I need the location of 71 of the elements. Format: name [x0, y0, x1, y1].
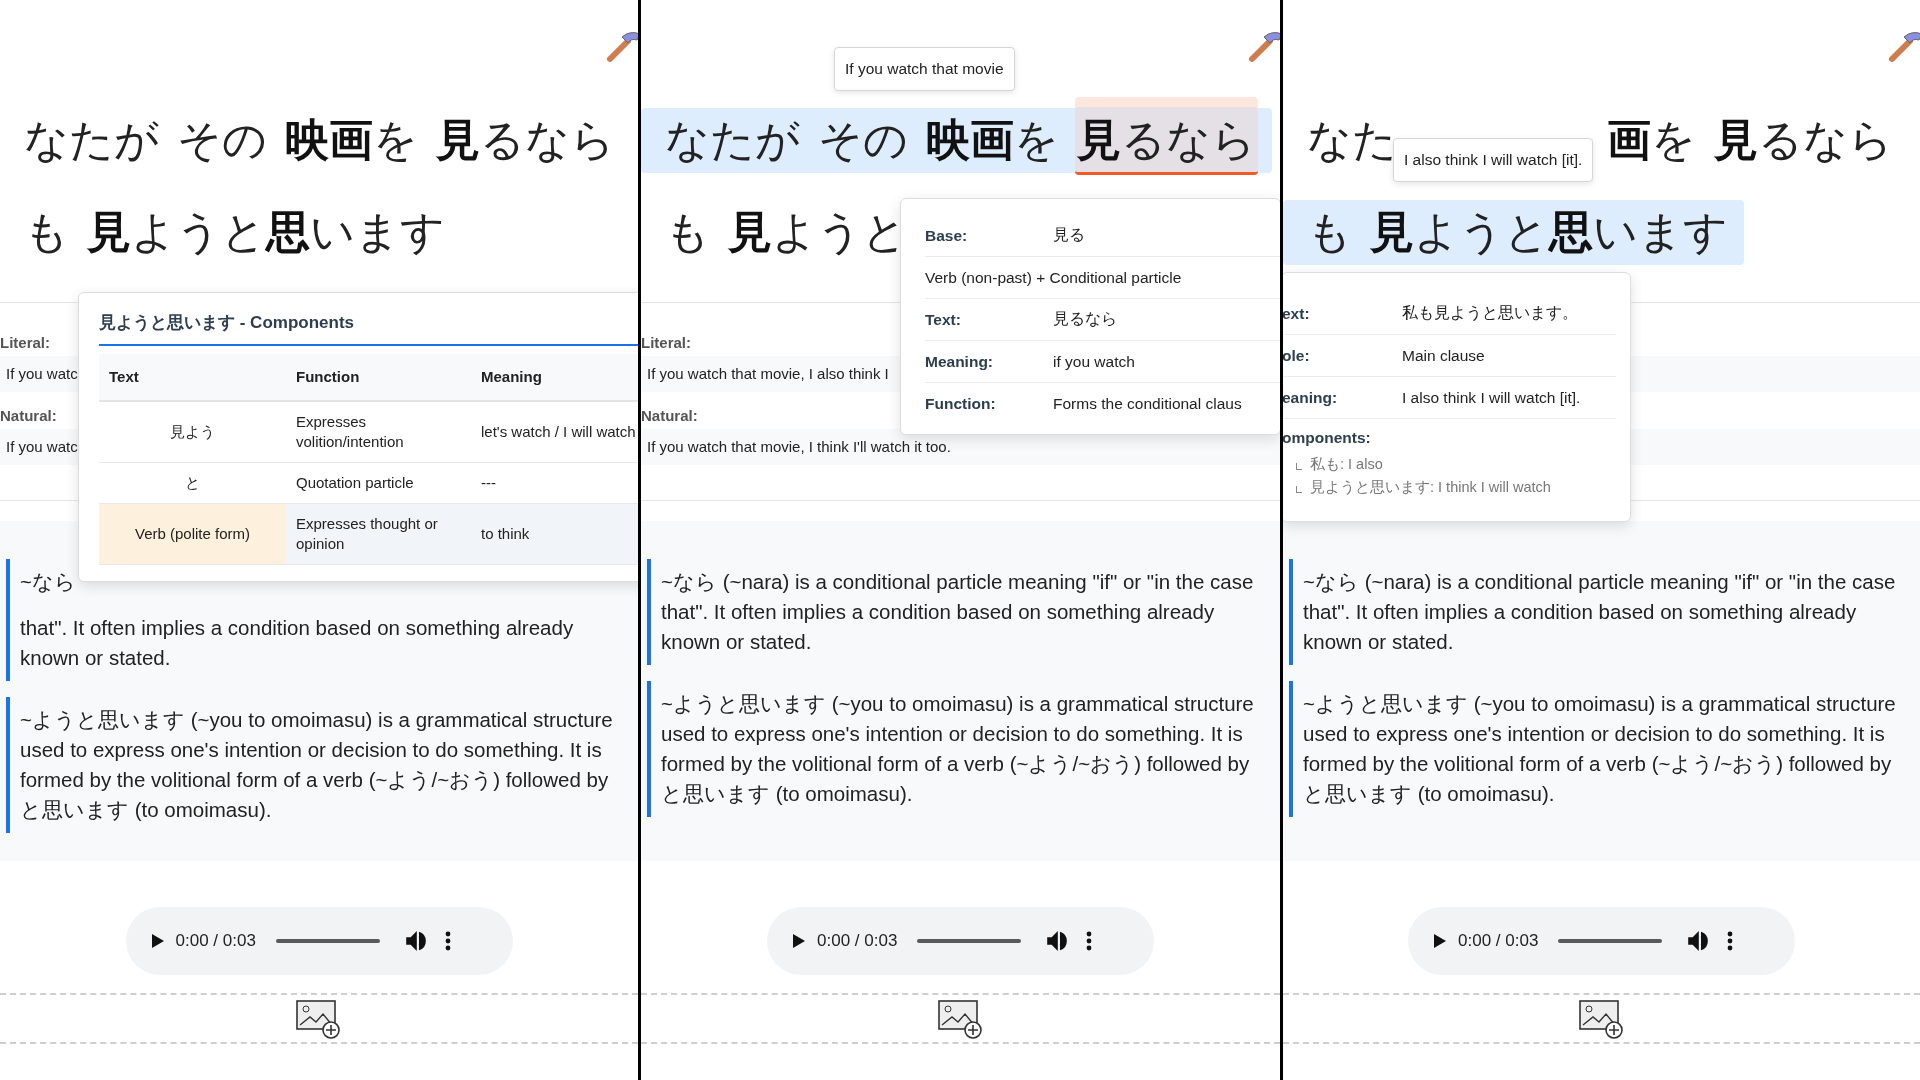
audio-time: 0:00 / 0:03 [175, 931, 256, 951]
more-icon[interactable] [443, 929, 452, 953]
volume-icon[interactable] [1045, 929, 1070, 953]
table-cell-text: Expresses thought or opinion [295, 514, 439, 554]
natural-label: Natural: [0, 406, 57, 426]
sentence-word[interactable]: も [663, 198, 712, 267]
note-text: ~ようと思います (~you to omoimasu) is a grammatical structure used to express one's intention or decision to do something. It is formed by the volitional form of a verb (~よう/~おう) followed by と思います (to omoimasu). [660, 691, 1255, 807]
sentence-word[interactable]: 見ようと思います [1368, 198, 1730, 267]
seek-slider[interactable] [275, 939, 380, 943]
table-cell-text: to think [480, 524, 531, 544]
detail-label: ole: [1283, 346, 1311, 365]
table-cell-text: Quotation particle [295, 473, 415, 493]
sentence-word[interactable]: 画を [1605, 106, 1698, 175]
literal-label: Literal: [641, 333, 691, 353]
detail-value: Forms the conditional claus [1053, 394, 1243, 413]
detail-value: 見る [1053, 225, 1086, 245]
sentence-word[interactable]: その [175, 106, 269, 175]
detail-label: Text: [925, 310, 962, 329]
note-text: ~なら (~nara) is a conditional particle meaning "if" or "in the case that". It often implies a condition based on something already known or stated. [1302, 569, 1897, 655]
seek-slider[interactable] [1558, 939, 1663, 943]
column-header: Meaning [480, 367, 543, 387]
detail-value: 見るなら [1053, 309, 1118, 329]
detail-label: omponents: [1283, 429, 1372, 447]
volume-icon[interactable] [403, 929, 428, 953]
table-row[interactable]: Verb (polite form) Expresses thought or opinion to think [99, 504, 638, 565]
component-item: 見ようと思います: I think I will watch [1310, 478, 1551, 497]
tooltip: I also think I will watch [it]. [1393, 138, 1594, 182]
add-image-icon[interactable] [296, 998, 342, 1039]
corner-icon [1296, 486, 1302, 493]
table-cell: Verb (polite form) [99, 504, 286, 564]
detail-label: Function: [925, 394, 997, 413]
sentence-word[interactable]: 映画を [924, 106, 1061, 175]
more-icon[interactable] [1085, 929, 1094, 953]
sentence-word[interactable]: も [22, 198, 71, 267]
natural-label: Natural: [641, 406, 698, 426]
detail-value: Main clause [1402, 346, 1486, 365]
sentence-word[interactable]: なたが [22, 106, 161, 175]
add-image-icon[interactable] [937, 998, 984, 1039]
add-image-icon[interactable] [1578, 998, 1625, 1039]
column-header: Text [108, 367, 140, 387]
sentence-word[interactable]: 見るなら [434, 106, 617, 175]
tooltip: If you watch that movie [834, 47, 1015, 91]
sentence-word[interactable]: なたが [663, 106, 802, 175]
corner-icon [1296, 463, 1302, 470]
table-cell-text: --- [480, 473, 497, 493]
detail-value: I also think I will watch [it]. [1402, 388, 1582, 407]
sentence-word[interactable]: 見るなら [1712, 106, 1895, 175]
detail-value: 私も見ようと思います。 [1402, 303, 1579, 323]
note-text: ~なら [19, 569, 77, 595]
table-cell-text: と [184, 473, 201, 493]
component-item: 私も: I also [1310, 455, 1383, 474]
audio-time: 0:00 / 0:03 [1458, 931, 1539, 951]
note-text: that". It often implies a condition based on something already known or stated. [19, 615, 575, 671]
detail-label: ext: [1283, 304, 1311, 323]
note-text: ~なら (~nara) is a conditional particle meaning "if" or "in the case that". It often implies a condition based on something already known or stated. [660, 569, 1255, 655]
detail-text: Verb (non-past) + Conditional particle [925, 268, 1183, 287]
column-header: Function [295, 367, 361, 387]
note-text: ~ようと思います (~you to omoimasu) is a grammatical structure used to express one's intention or decision to do something. It is formed by the volitional form of a verb (~よう/~おう) followed by と思います (to omoimasu). [1302, 691, 1897, 807]
volume-icon[interactable] [1686, 929, 1711, 953]
sentence-word[interactable]: その [816, 106, 910, 175]
literal-label: Literal: [0, 333, 50, 353]
more-icon[interactable] [1726, 929, 1735, 953]
seek-slider[interactable] [917, 939, 1022, 943]
sentence-word[interactable]: 映画を [283, 106, 420, 175]
sentence-word[interactable]: も [1305, 198, 1354, 267]
translation-text: If you watch that movie, I think I'll watch it too. [641, 429, 1280, 465]
detail-label: eaning: [1283, 388, 1339, 407]
sentence-word[interactable]: 見ようと思います [85, 198, 447, 267]
detail-label: Base: [925, 226, 969, 245]
audio-time: 0:00 / 0:03 [817, 931, 898, 951]
note-text: ~ようと思います (~you to omoimasu) is a grammatical structure used to express one's intention or decision to do something. It is formed by the volitional form of a verb (~よう/~おう) followed by と思います (to omoimasu). [19, 707, 614, 823]
